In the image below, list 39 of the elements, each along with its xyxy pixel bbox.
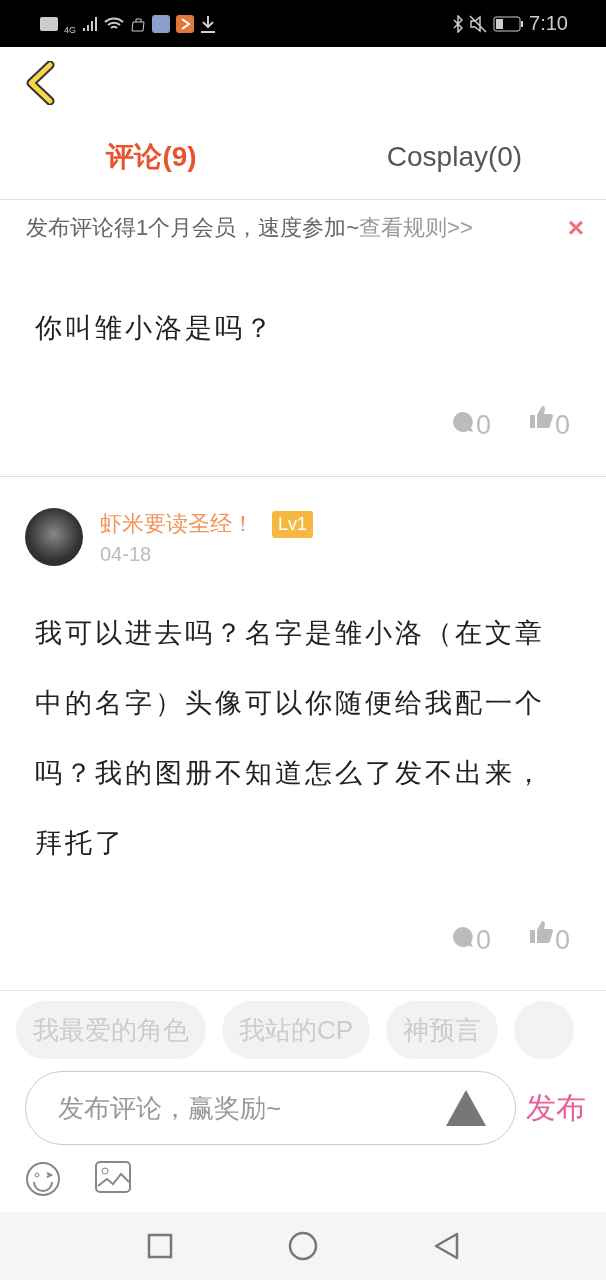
signal-icon [82, 15, 98, 32]
app-icon [152, 14, 170, 33]
download-icon [200, 14, 216, 33]
comment-text: 我可以进去吗？名字是雏小洛（在文章中的名字）头像可以你随便给我配一个吗？我的图册不知道怎么了发不出来，拜托了 [35, 617, 546, 860]
thumbs-up-icon[interactable] [528, 920, 553, 944]
clock-time: 7:10 [529, 12, 568, 35]
reply-count: 0 [475, 925, 491, 956]
thumbs-up-icon[interactable] [528, 405, 553, 429]
level-badge: Lv1 [272, 510, 314, 538]
tab[interactable]: 评论(9) [0, 123, 303, 199]
user-name[interactable]: 虾米要读圣经！ [100, 509, 254, 539]
close-button[interactable]: × [567, 211, 584, 244]
tab[interactable]: Cosplay(0) [303, 123, 606, 199]
emoji-icon[interactable] [25, 1161, 61, 1197]
comment-text: 你叫雏小洛是吗？ [35, 312, 276, 345]
bluetooth-icon [453, 14, 464, 33]
back-icon[interactable] [24, 61, 56, 105]
rules-link[interactable]: 查看规则>> [359, 212, 473, 243]
home-icon[interactable] [288, 1231, 318, 1261]
battery-icon [493, 15, 524, 32]
bag-icon [130, 15, 146, 32]
comment-icon[interactable] [451, 411, 474, 433]
image-icon[interactable] [95, 1161, 131, 1193]
comment-input[interactable]: 发布评论，赢奖励~ [25, 1071, 516, 1145]
back-nav-icon[interactable] [432, 1232, 459, 1260]
send-button[interactable]: 发布 [526, 1087, 586, 1129]
play-app-icon [176, 14, 194, 33]
like-count: 0 [554, 925, 570, 956]
hd-icon [40, 16, 58, 31]
comment-icon[interactable] [451, 926, 474, 948]
avatar[interactable] [25, 508, 83, 566]
banner-text: 发布评论得1个月会员，速度参加~ [26, 213, 360, 242]
triangle-icon[interactable] [446, 1090, 486, 1126]
comment-date: 04-18 [100, 543, 153, 566]
reply-count: 0 [475, 410, 491, 441]
network-label: 4G [64, 24, 76, 35]
muted-icon [469, 14, 488, 33]
recents-icon[interactable] [147, 1233, 174, 1259]
like-count: 0 [554, 410, 570, 441]
